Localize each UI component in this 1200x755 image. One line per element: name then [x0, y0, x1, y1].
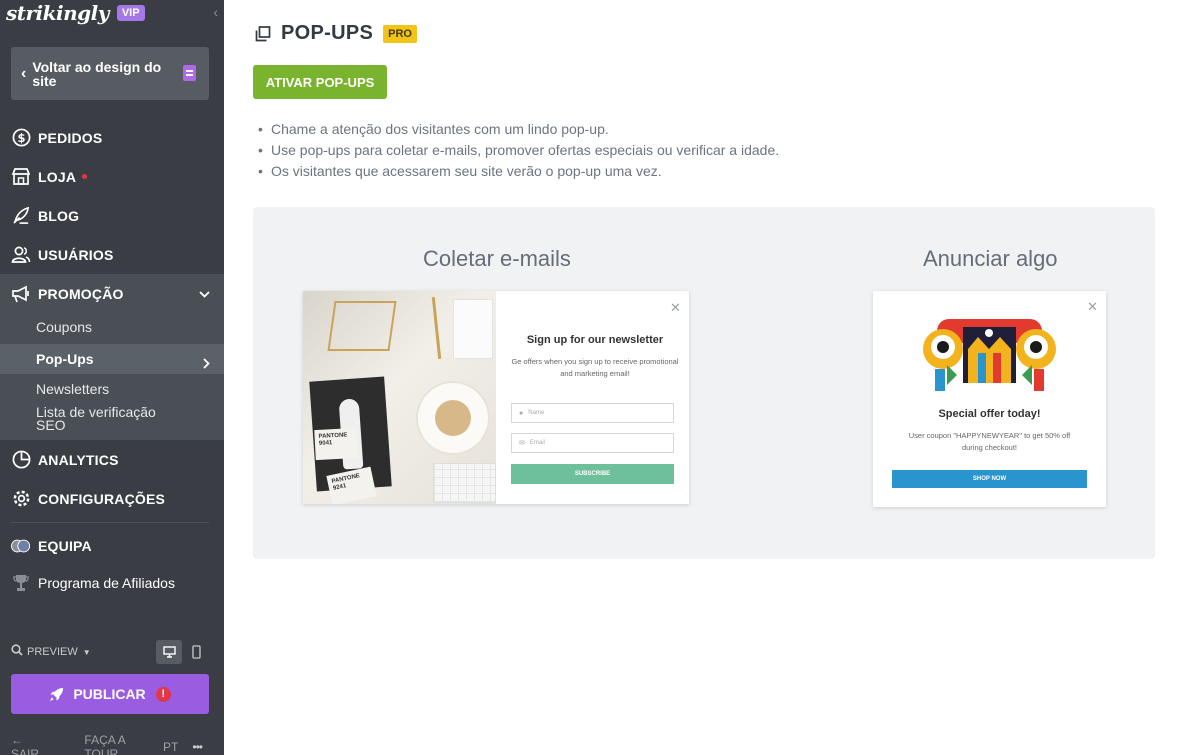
popup-title: Sign up for our newsletter — [526, 334, 664, 346]
back-to-design-label: Voltar ao design do site — [32, 58, 162, 89]
sidebar-item-label: PEDIDOS — [38, 129, 103, 146]
preview-row: PREVIEW ▼ — [11, 640, 209, 664]
sidebar-item-loja[interactable]: LOJA — [0, 157, 224, 196]
trophy-icon — [11, 574, 31, 592]
name-field: ● Name — [511, 403, 674, 423]
publish-label: PUBLICAR — [73, 686, 146, 702]
sidebar-item-label: BLOG — [38, 207, 80, 224]
sidebar-item-label: LOJA — [38, 168, 77, 185]
exit-label: SAIR — [11, 747, 40, 755]
subnav-item-popups[interactable]: Pop-Ups — [0, 344, 224, 374]
store-icon — [11, 167, 31, 187]
main-content: POP-UPS PRO ATIVAR POP-UPS Chame a atenç… — [224, 0, 1200, 755]
template-heading-email: Coletar e-mails — [423, 246, 571, 271]
collapse-sidebar-icon[interactable]: ‹ — [213, 4, 218, 20]
list-item: Use pop-ups para coletar e-mails, promov… — [258, 140, 779, 161]
sidebar-item-label: USUÁRIOS — [38, 246, 114, 263]
mail-icon: ✉ — [519, 440, 525, 447]
offer-popup-template[interactable]: ✕ Special offer today! User coupon "HAPP… — [873, 291, 1106, 507]
publish-button[interactable]: PUBLICAR ! — [11, 674, 209, 714]
sidebar-item-label: EQUIPA — [38, 537, 92, 554]
rocket-icon — [49, 687, 64, 702]
feature-list: Chame a atenção dos visitantes com um li… — [258, 119, 779, 182]
sidebar-item-configuracoes[interactable]: CONFIGURAÇÕES — [0, 479, 224, 518]
promocao-submenu: Coupons Pop-Ups Newsletters Lista de ver… — [0, 313, 224, 440]
template-gallery: Coletar e-mails Anunciar algo PANTONE 90… — [253, 207, 1155, 559]
popup-title: Special offer today! — [938, 408, 1041, 420]
sidebar-item-pedidos[interactable]: $ PEDIDOS — [0, 118, 224, 157]
users-icon — [11, 245, 31, 265]
sidebar: strikingly VIP ‹ ‹ Voltar ao design do s… — [0, 0, 224, 755]
pie-chart-icon — [11, 450, 31, 470]
popup-text: Ge offers when you sign up to receive pr… — [511, 357, 679, 378]
tour-link[interactable]: FAÇA A TOUR — [84, 733, 149, 755]
popup-windows-icon — [255, 25, 271, 42]
more-menu-icon[interactable]: ••• — [192, 740, 203, 754]
email-popup-template[interactable]: PANTONE 9041 PANTONE 9241 ✕ Sign up for … — [303, 291, 689, 504]
back-to-design-button[interactable]: ‹ Voltar ao design do site — [11, 47, 209, 100]
desktop-icon — [162, 646, 176, 658]
sidebar-item-usuarios[interactable]: USUÁRIOS — [0, 235, 224, 274]
pro-badge: PRO — [383, 24, 417, 43]
list-item: Os visitantes que acessarem seu site ver… — [258, 161, 779, 182]
svg-text:$: $ — [17, 131, 25, 145]
chevron-left-icon: ‹ — [21, 64, 27, 82]
email-placeholder: Email — [529, 440, 545, 446]
megaphone-icon — [11, 284, 31, 304]
chevron-right-icon — [203, 350, 210, 380]
close-icon: ✕ — [670, 300, 681, 315]
arrow-left-icon: ← — [11, 733, 23, 747]
sidebar-item-label: PROMOÇÃO — [38, 285, 124, 302]
divider — [11, 522, 209, 523]
dollar-icon: $ — [11, 128, 31, 148]
sidebar-item-promocao[interactable]: PROMOÇÃO — [0, 274, 224, 313]
email-field: ✉ Email — [511, 433, 674, 453]
shop-now-button: SHOP NOW — [892, 470, 1087, 488]
page-header: POP-UPS PRO — [255, 22, 417, 45]
festive-illustration — [923, 319, 1056, 396]
exit-link[interactable]: ← SAIR — [11, 733, 70, 755]
chevron-down-icon — [199, 287, 210, 301]
pantone-card: PANTONE 9041 — [314, 427, 358, 461]
preview-dropdown[interactable]: PREVIEW — [27, 646, 78, 658]
language-selector[interactable]: PT — [163, 740, 178, 754]
gear-icon — [11, 489, 31, 509]
sidebar-item-equipa[interactable]: EQUIPA — [0, 526, 224, 565]
search-icon — [11, 643, 23, 661]
desktop-preview-button[interactable] — [156, 640, 182, 664]
strikingly-logo[interactable]: strikingly — [6, 1, 109, 25]
sidebar-item-label: ANALYTICS — [38, 451, 119, 468]
quill-icon — [11, 206, 31, 226]
sidebar-item-label: Programa de Afiliados — [38, 575, 175, 591]
sidebar-footer: ← SAIR FAÇA A TOUR PT ••• — [11, 733, 216, 755]
mobile-preview-button[interactable] — [183, 640, 209, 664]
page-icon — [183, 65, 196, 81]
caret-down-icon[interactable]: ▼ — [83, 648, 91, 657]
popup-text: User coupon "HAPPYNEWYEAR" to get 50% of… — [908, 431, 1071, 452]
team-avatars-icon — [11, 536, 31, 556]
sidebar-item-analytics[interactable]: ANALYTICS — [0, 440, 224, 479]
user-icon: ● — [519, 409, 524, 417]
subnav-item-coupons[interactable]: Coupons — [0, 319, 224, 339]
sidebar-item-label: CONFIGURAÇÕES — [38, 490, 166, 507]
subnav-item-label: Pop-Ups — [36, 351, 94, 367]
template-heading-offer: Anunciar algo — [923, 246, 1058, 271]
sidebar-item-blog[interactable]: BLOG — [0, 196, 224, 235]
sidebar-item-afiliados[interactable]: Programa de Afiliados — [11, 574, 175, 592]
name-placeholder: Name — [528, 410, 545, 416]
mobile-icon — [191, 645, 201, 659]
publish-alert-badge: ! — [155, 686, 171, 702]
close-icon: ✕ — [1087, 299, 1098, 314]
newsletter-photo: PANTONE 9041 PANTONE 9241 — [303, 291, 496, 504]
subnav-item-newsletters[interactable]: Newsletters — [0, 381, 224, 401]
vip-badge: VIP — [116, 5, 145, 21]
page-title: POP-UPS — [281, 22, 374, 44]
notification-dot — [82, 174, 88, 179]
logo-row: strikingly VIP — [6, 1, 145, 25]
subnav-item-seo[interactable]: Lista de verificação SEO — [0, 405, 170, 436]
list-item: Chame a atenção dos visitantes com um li… — [258, 119, 779, 140]
subscribe-button: SUBSCRIBE — [511, 464, 674, 484]
activate-popups-button[interactable]: ATIVAR POP-UPS — [253, 65, 387, 99]
